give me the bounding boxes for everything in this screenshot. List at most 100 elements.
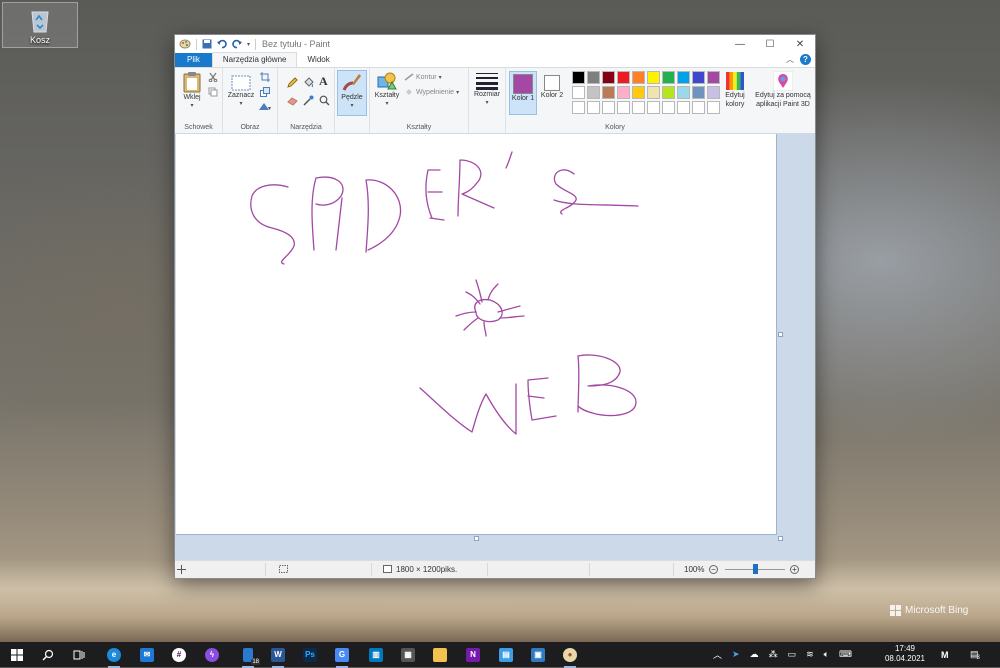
show-hidden-icons-icon[interactable]: ︿ [713, 648, 722, 661]
battery-icon[interactable]: ▭ [788, 649, 797, 660]
palette-swatch[interactable] [707, 71, 720, 84]
palette-swatch[interactable] [617, 86, 630, 99]
palette-swatch[interactable] [587, 101, 600, 114]
palette-swatch[interactable] [602, 86, 615, 99]
taskbar-paint[interactable]: ● [560, 645, 580, 668]
zoom-slider-thumb[interactable] [753, 564, 758, 574]
tray-app-icon[interactable]: ⁂ [769, 649, 778, 660]
taskbar-word[interactable]: W [268, 645, 288, 668]
undo-icon[interactable] [217, 39, 227, 49]
taskbar-store[interactable]: ▤ [496, 645, 516, 665]
telegram-icon[interactable]: ➤ [732, 649, 740, 660]
drawing-canvas[interactable] [176, 134, 777, 535]
text-tool-icon[interactable]: A [319, 74, 328, 89]
palette-swatch[interactable] [647, 71, 660, 84]
rotate-icon[interactable]: ▾ [258, 101, 272, 111]
taskbar-explorer[interactable] [430, 645, 450, 665]
redo-icon[interactable] [232, 39, 242, 49]
palette-swatch[interactable] [632, 71, 645, 84]
tab-home[interactable]: Narzędzia główne [211, 52, 298, 67]
meet-now-button[interactable]: M [941, 642, 949, 667]
palette-swatch[interactable] [677, 86, 690, 99]
resize-handle-corner[interactable] [778, 536, 783, 541]
action-center-button[interactable]: ▤ 3 [970, 642, 980, 667]
palette-swatch[interactable] [677, 71, 690, 84]
palette-swatch[interactable] [692, 71, 705, 84]
taskbar-phone[interactable]: 18 [238, 645, 260, 668]
clock[interactable]: 17:49 08.04.2021 [883, 644, 927, 664]
wifi-icon[interactable]: ≋ [806, 649, 814, 660]
resize-handle-right[interactable] [778, 332, 783, 337]
palette-swatch[interactable] [587, 86, 600, 99]
copy-icon[interactable] [208, 87, 218, 97]
palette-swatch[interactable] [572, 101, 585, 114]
cut-icon[interactable] [208, 72, 218, 82]
color1-button[interactable]: Kolor 1 [509, 71, 537, 115]
palette-swatch[interactable] [602, 101, 615, 114]
save-icon[interactable] [202, 39, 212, 49]
palette-swatch[interactable] [662, 71, 675, 84]
palette-swatch[interactable] [692, 86, 705, 99]
select-button[interactable]: Zaznacz ▾ [226, 75, 256, 109]
palette-swatch[interactable] [707, 86, 720, 99]
close-button[interactable]: ✕ [785, 35, 815, 53]
magnifier-icon[interactable] [319, 95, 330, 106]
eraser-icon[interactable] [287, 95, 298, 106]
recycle-bin-shortcut[interactable]: Kosz [2, 2, 78, 48]
task-view-button[interactable] [69, 645, 89, 665]
palette-swatch[interactable] [662, 101, 675, 114]
brushes-button[interactable]: Pędzle ▾ [337, 70, 367, 116]
fill-bucket-icon[interactable] [303, 77, 314, 88]
paste-button[interactable]: Wklej ▾ [179, 71, 205, 111]
help-icon[interactable]: ? [800, 54, 811, 65]
resize-icon[interactable] [260, 87, 270, 97]
taskbar-onenote[interactable]: N [463, 645, 483, 665]
paint3d-button[interactable]: Edytuj za pomocą aplikacji Paint 3D [753, 71, 813, 109]
color2-button[interactable]: Kolor 2 [539, 71, 565, 113]
tab-view[interactable]: Widok [297, 53, 339, 67]
zoom-out-button[interactable]: − [709, 565, 718, 574]
palette-swatch[interactable] [587, 71, 600, 84]
volume-icon[interactable]: 🔈︎ [824, 649, 829, 660]
taskbar-edge[interactable]: e [104, 645, 124, 668]
palette-swatch[interactable] [662, 86, 675, 99]
size-button[interactable]: Rozmiar ▾ [472, 72, 502, 108]
start-button[interactable] [7, 645, 27, 665]
palette-swatch[interactable] [632, 101, 645, 114]
title-bar[interactable]: ▾ Bez tytułu - Paint — ☐ ✕ [175, 35, 815, 53]
cloud-icon[interactable]: ☁ [750, 649, 759, 660]
palette-swatch[interactable] [647, 86, 660, 99]
fill-dropdown[interactable]: Wypełnienie ▾ [404, 88, 459, 96]
outline-dropdown[interactable]: Kontur ▾ [404, 73, 442, 81]
crop-icon[interactable] [260, 72, 270, 82]
palette-swatch[interactable] [572, 71, 585, 84]
taskbar-trello[interactable]: ▥ [366, 645, 386, 665]
palette-swatch[interactable] [632, 86, 645, 99]
palette-swatch[interactable] [647, 101, 660, 114]
edit-colors-button[interactable]: Edytuj kolory [720, 71, 750, 109]
palette-swatch[interactable] [692, 101, 705, 114]
taskbar-mail[interactable]: ✉ [137, 645, 157, 665]
taskbar-photoshop[interactable]: Ps [300, 645, 320, 665]
palette-swatch[interactable] [617, 71, 630, 84]
collapse-ribbon-icon[interactable]: ︿ [786, 54, 794, 65]
minimize-button[interactable]: — [725, 35, 755, 53]
taskbar-translate[interactable]: G [332, 645, 352, 668]
pencil-icon[interactable] [287, 77, 298, 88]
color-picker-icon[interactable] [303, 95, 314, 106]
shapes-button[interactable]: Kształty ▾ [373, 71, 401, 109]
keyboard-icon[interactable]: ⌨ [839, 649, 852, 660]
taskbar-messenger[interactable]: ϟ [202, 645, 222, 665]
taskbar-calculator[interactable]: ▦ [398, 645, 418, 665]
palette-swatch[interactable] [572, 86, 585, 99]
search-button[interactable] [38, 645, 58, 665]
customize-qat-icon[interactable]: ▾ [247, 41, 250, 48]
palette-swatch[interactable] [617, 101, 630, 114]
zoom-in-button[interactable]: + [790, 565, 799, 574]
tab-file[interactable]: Plik [175, 53, 212, 67]
palette-swatch[interactable] [602, 71, 615, 84]
palette-swatch[interactable] [677, 101, 690, 114]
maximize-button[interactable]: ☐ [755, 35, 785, 53]
taskbar-slack[interactable]: # [169, 645, 189, 665]
taskbar-app-blue[interactable]: ▣ [528, 645, 548, 665]
